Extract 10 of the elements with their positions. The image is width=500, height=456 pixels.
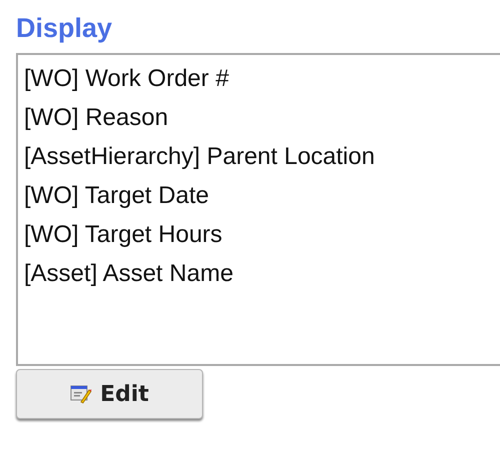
list-item[interactable]: [WO] Target Hours xyxy=(24,215,222,254)
edit-button[interactable]: Edit xyxy=(16,369,203,419)
list-item[interactable]: [WO] Reason xyxy=(24,98,168,137)
list-item[interactable]: [Asset] Asset Name xyxy=(24,254,234,293)
list-item[interactable]: [WO] Work Order # xyxy=(24,59,229,98)
edit-icon xyxy=(70,384,92,404)
section-title: Display xyxy=(16,12,114,44)
list-item[interactable]: [WO] Target Date xyxy=(24,176,209,215)
list-box[interactable]: [WO] Work Order # [WO] Reason [AssetHierarchy] Parent Location [WO] Target Date [WO] Target Hours [Asset] Asset Name xyxy=(16,53,500,366)
list-item[interactable]: [AssetHierarchy] Parent Location xyxy=(24,137,375,176)
